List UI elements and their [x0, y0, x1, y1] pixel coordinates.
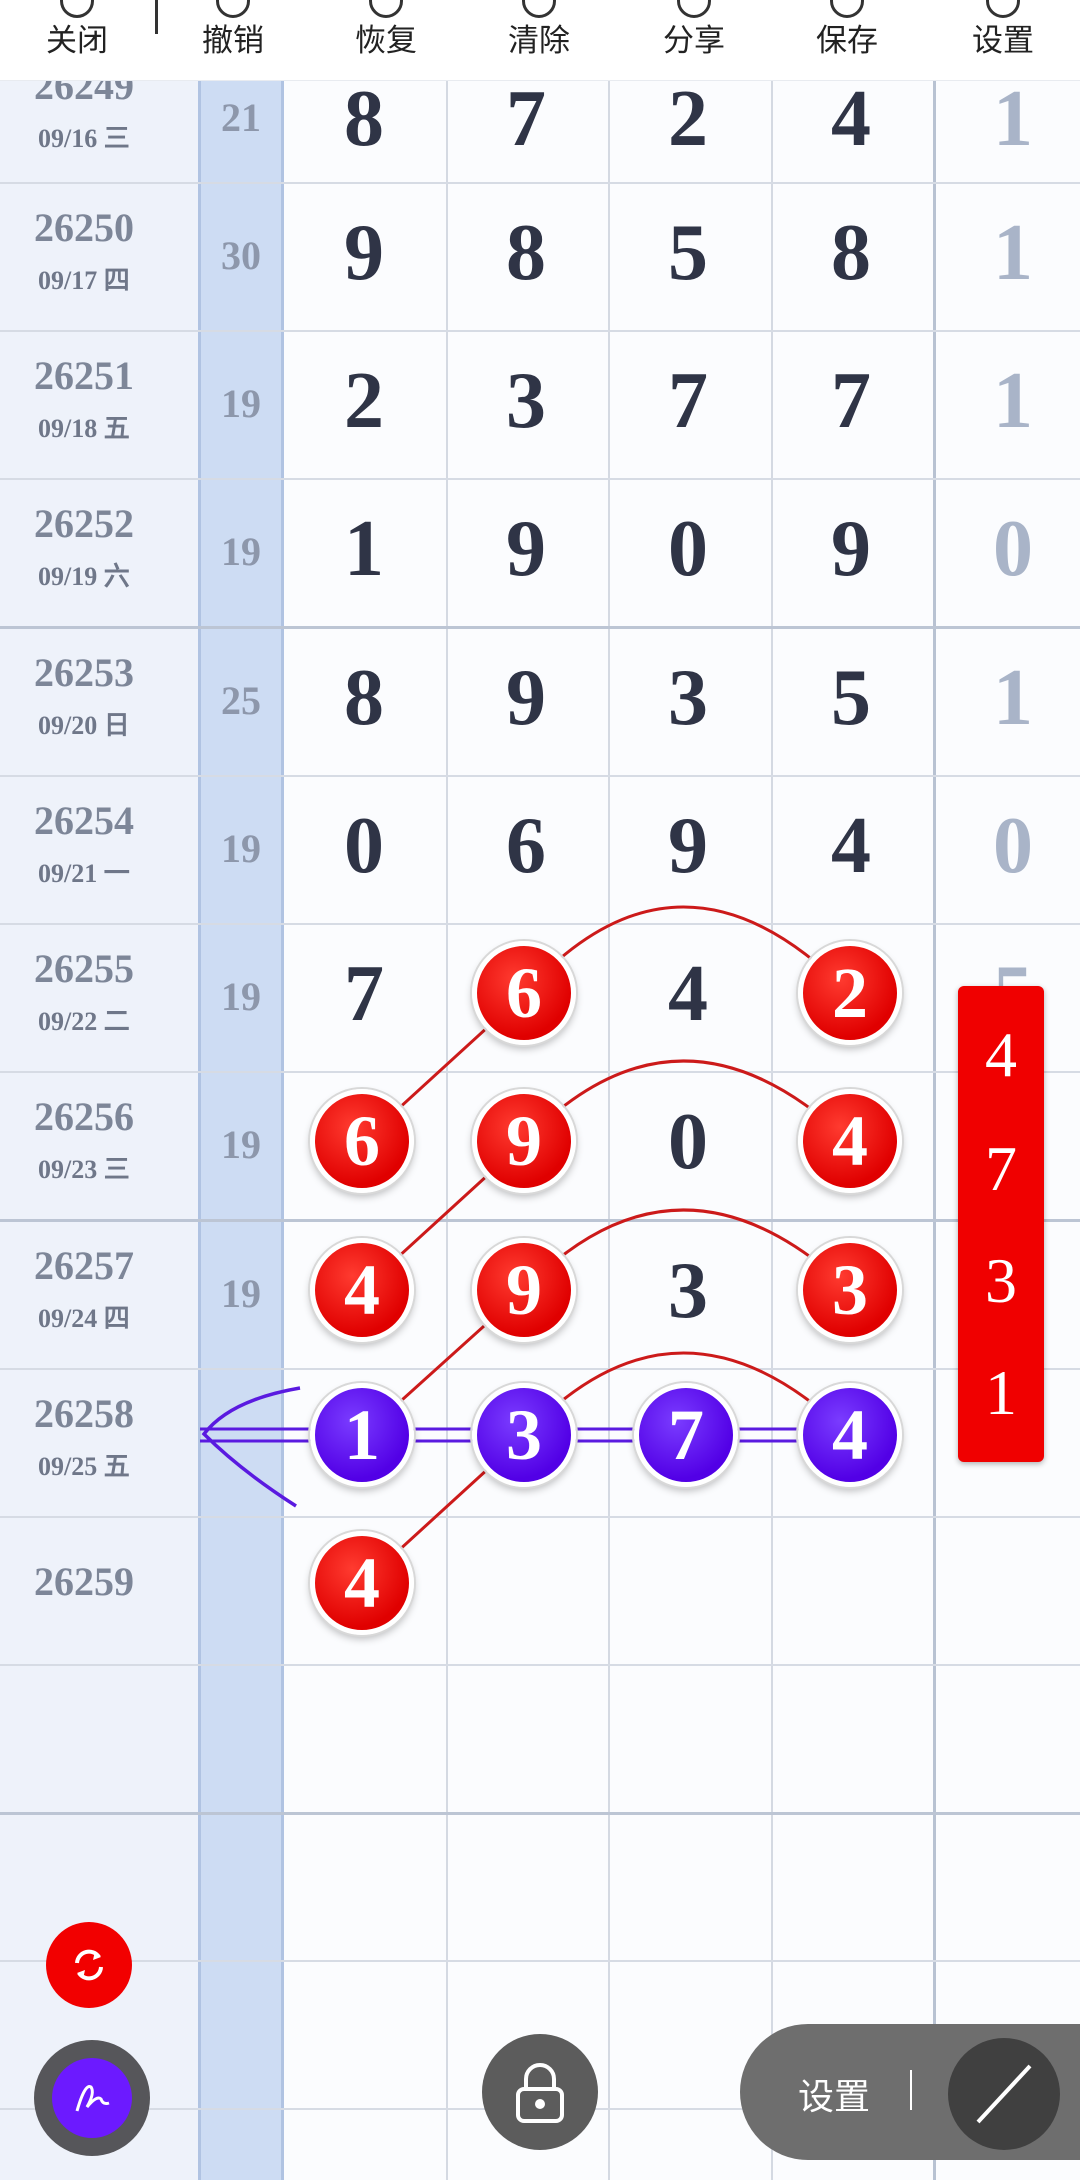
undo-label: 撤销 [202, 23, 264, 59]
ball-blue[interactable]: 4 [798, 1383, 902, 1487]
ball-red[interactable]: 3 [798, 1238, 902, 1342]
prediction-number: 1 [985, 1357, 1017, 1428]
ball-blue[interactable]: 7 [634, 1383, 738, 1487]
lock-icon [516, 2063, 564, 2123]
redo-label: 恢复 [355, 23, 417, 59]
bottom-bar-divider [910, 2070, 912, 2110]
line-tool-icon [976, 2064, 1032, 2124]
settings-button[interactable]: 设置 [948, 0, 1058, 80]
ball-red[interactable]: 9 [472, 1238, 576, 1342]
connector-lines [200, 905, 852, 1586]
prediction-panel: 4 7 3 1 [958, 986, 1044, 1462]
refresh-button[interactable] [46, 1922, 132, 2008]
lock-button[interactable] [482, 2034, 598, 2150]
clear-button[interactable]: 清除 [484, 0, 594, 80]
ball-red[interactable]: 4 [310, 1238, 414, 1342]
ball-blue[interactable]: 1 [310, 1383, 414, 1487]
share-label: 分享 [663, 23, 725, 59]
close-label: 关闭 [46, 23, 108, 59]
draw-line-button[interactable] [948, 2038, 1060, 2150]
refresh-icon [75, 1949, 103, 1981]
toolbar-divider [155, 0, 158, 34]
share-button[interactable]: 分享 [639, 0, 749, 80]
ball-red[interactable]: 6 [310, 1089, 414, 1193]
save-label: 保存 [816, 23, 878, 59]
ball-red[interactable]: 4 [310, 1531, 414, 1635]
handwriting-icon [75, 2085, 110, 2112]
undo-button[interactable]: 撤销 [178, 0, 288, 80]
prediction-number: 4 [985, 1019, 1017, 1090]
bottom-settings-bar: 设置 [740, 2024, 1080, 2160]
close-button[interactable]: 关闭 [22, 0, 132, 80]
redo-button[interactable]: 恢复 [331, 0, 441, 80]
ball-red[interactable]: 6 [472, 941, 576, 1045]
prediction-number: 3 [985, 1245, 1017, 1316]
ball-blue[interactable]: 3 [472, 1383, 576, 1487]
ball-red[interactable]: 9 [472, 1089, 576, 1193]
ball-red[interactable]: 4 [798, 1089, 902, 1193]
save-button[interactable]: 保存 [792, 0, 902, 80]
pen-color-swatch [52, 2058, 132, 2138]
pen-tool-button[interactable] [34, 2040, 150, 2156]
top-toolbar: 关闭 撤销 恢复 清除 分享 保存 设置 [0, 0, 1080, 81]
settings-label: 设置 [972, 23, 1034, 59]
bottom-settings-button[interactable]: 设置 [798, 2068, 870, 2120]
ball-red[interactable]: 2 [798, 941, 902, 1045]
clear-label: 清除 [508, 23, 570, 59]
prediction-number: 7 [985, 1133, 1017, 1204]
